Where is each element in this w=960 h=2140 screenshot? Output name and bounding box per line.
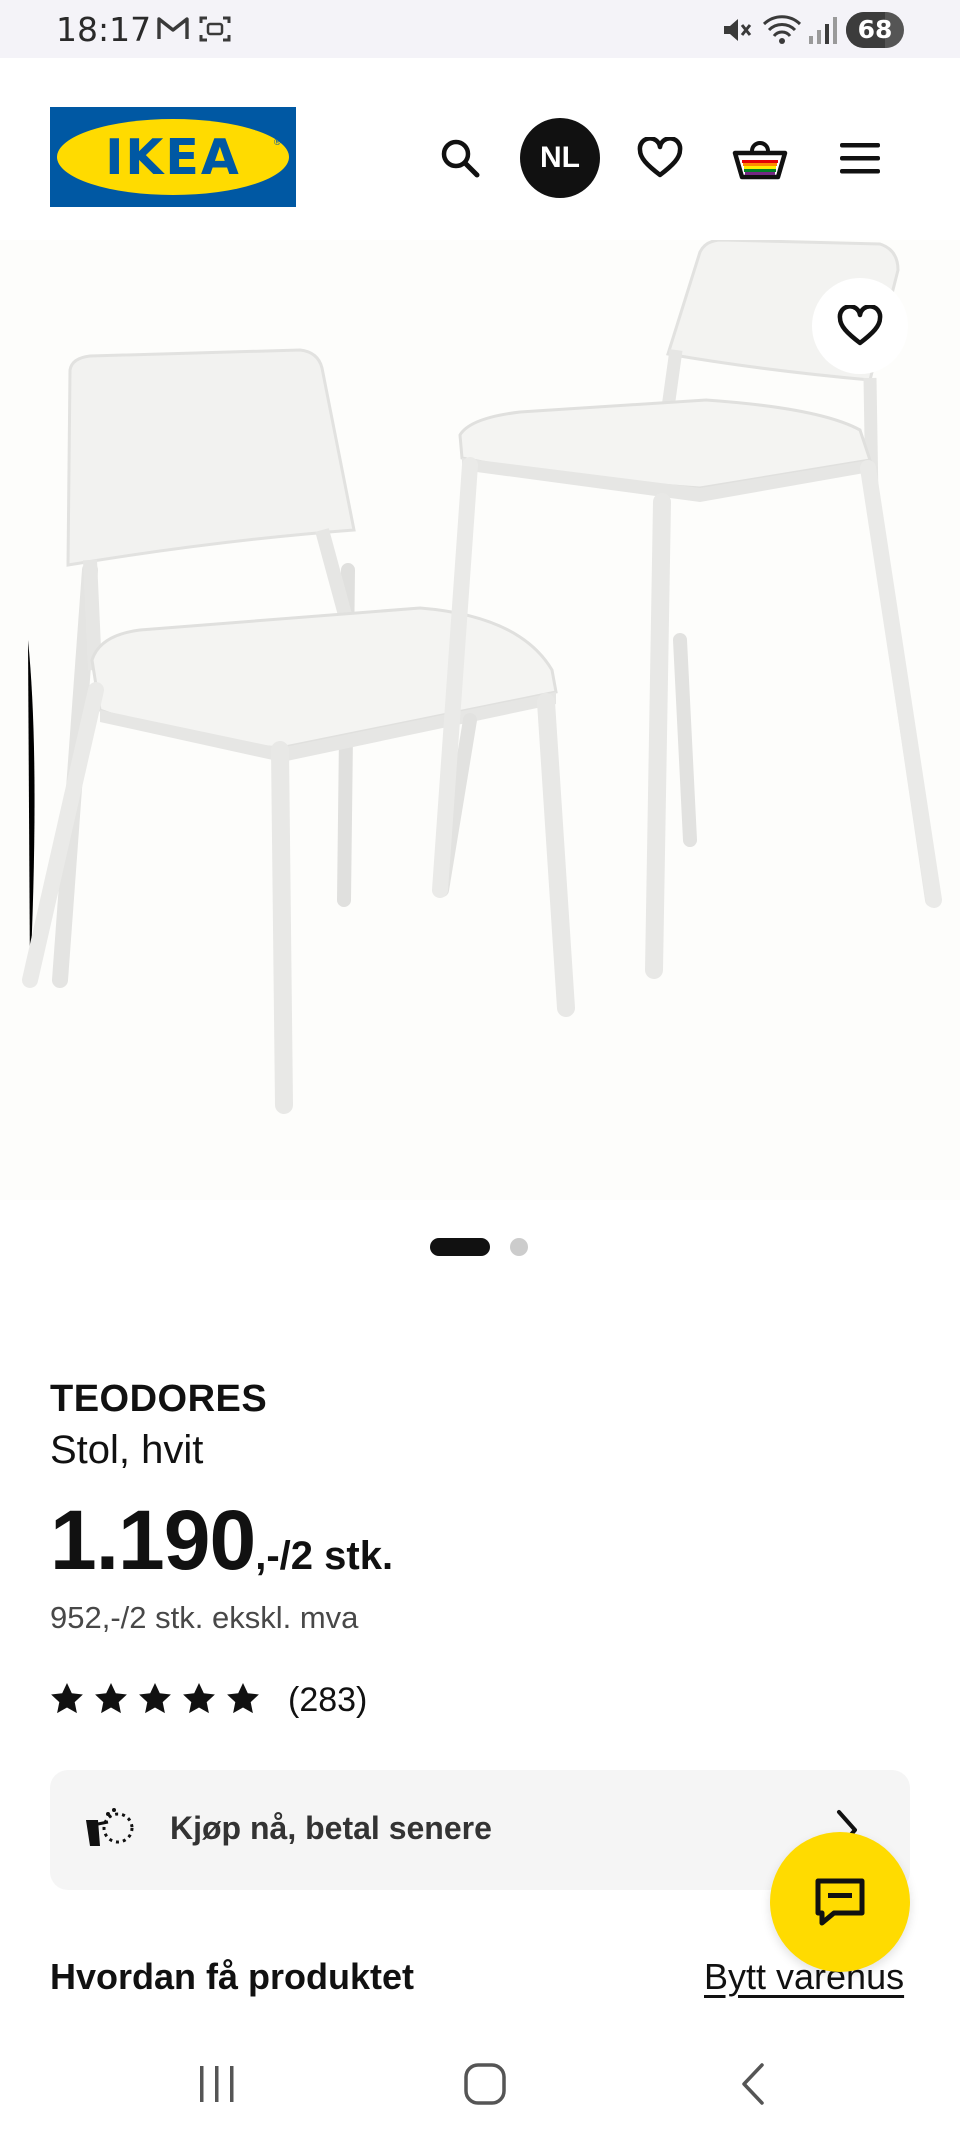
logo-registered-mark: ® [274, 137, 281, 147]
search-icon [441, 139, 480, 178]
signal-icon [806, 14, 838, 51]
chair-illustration [22, 240, 942, 1114]
product-description: Stol, hvit [50, 1428, 204, 1472]
status-time: 18:17 [56, 10, 152, 49]
payment-icon [82, 1806, 134, 1857]
star-icon [94, 1682, 128, 1719]
basket-button[interactable] [720, 118, 800, 198]
wifi-icon [762, 14, 802, 51]
back-icon [742, 2063, 764, 2105]
price-unit: ,-/2 stk. [255, 1534, 394, 1578]
home-button[interactable] [450, 2054, 520, 2114]
recent-apps-button[interactable] [182, 2054, 252, 2114]
review-count: (283) [288, 1680, 368, 1719]
battery-level: 68 [857, 15, 893, 44]
chat-button[interactable] [770, 1832, 910, 1972]
site-header: IKEA ® NL [0, 58, 960, 228]
mute-icon [720, 14, 752, 51]
star-icon [182, 1682, 216, 1719]
product-price: 1.190,-/2 stk. [50, 1492, 393, 1589]
product-rating[interactable]: (283) [50, 1680, 367, 1720]
menu-button[interactable] [820, 118, 900, 198]
recent-apps-icon [200, 2066, 234, 2102]
price-excl-vat: 952,-/2 stk. ekskl. mva [50, 1600, 359, 1635]
gmail-icon [156, 14, 190, 47]
star-icon [50, 1682, 84, 1719]
battery-indicator: 68 [846, 12, 904, 48]
home-icon [464, 2063, 506, 2105]
chat-icon [815, 1878, 865, 1926]
wishlist-button[interactable] [620, 118, 700, 198]
price-main: 1.190 [50, 1493, 256, 1587]
delivery-section-title: Hvordan få produktet [50, 1956, 415, 1997]
screenshot-icon [198, 14, 232, 49]
menu-icon [840, 143, 880, 174]
pay-later-label: Kjøp nå, betal senere [170, 1810, 492, 1846]
basket-icon [732, 141, 788, 180]
profile-button[interactable]: NL [520, 118, 600, 198]
back-button[interactable] [718, 2054, 788, 2114]
product-image[interactable] [0, 240, 960, 1200]
carousel-dot[interactable] [510, 1238, 528, 1256]
search-button[interactable] [420, 118, 500, 198]
star-icon [138, 1682, 172, 1719]
heart-icon [637, 137, 683, 178]
heart-icon [837, 305, 883, 346]
rating-stars [50, 1682, 260, 1719]
save-to-favourites-button[interactable] [812, 278, 908, 374]
logo-text: IKEA [105, 129, 241, 186]
star-icon [226, 1682, 260, 1719]
product-name: TEODORES [50, 1378, 268, 1420]
status-bar: 18:17 68 [0, 0, 960, 58]
ikea-logo[interactable]: IKEA ® [50, 107, 296, 207]
carousel-dot-active[interactable] [430, 1238, 490, 1256]
system-nav-bar [0, 2030, 960, 2140]
